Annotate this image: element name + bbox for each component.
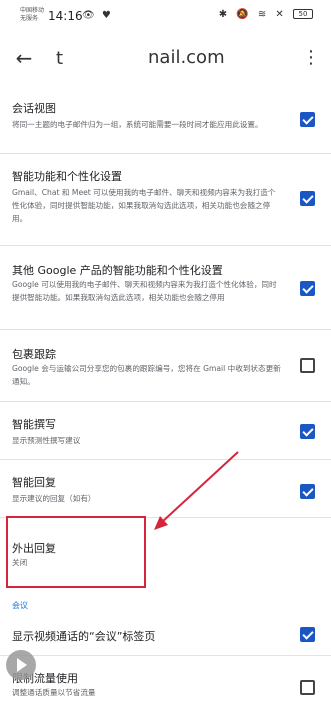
setting-title: 智能回复 xyxy=(12,476,56,489)
setting-description: 显示建议的回复（如有） xyxy=(12,494,96,503)
status-icons-left: 👁 ♥ xyxy=(82,10,113,21)
setting-title: 包裹跟踪 xyxy=(12,348,56,361)
floating-assistant-button[interactable] xyxy=(6,650,36,680)
setting-title: 其他 Google 产品的智能功能和个性化设置 xyxy=(12,264,223,277)
setting-description: 将同一主题的电子邮件归为一组，系统可能需要一段时间才能应用此设置。 xyxy=(12,120,263,129)
clock: 14:16 xyxy=(48,9,83,23)
section-header-meet: 会议 xyxy=(12,601,28,610)
meet-tab-checkbox[interactable] xyxy=(300,627,315,642)
setting-description: Google 会与运输公司分享您的包裹的跟踪编号，您将在 Gmail 中收到状态… xyxy=(12,364,281,386)
battery-icon: 50 xyxy=(293,9,313,19)
setting-package-tracking[interactable]: 包裹跟踪 Google 会与运输公司分享您的包裹的跟踪编号，您将在 Gmail … xyxy=(0,330,331,402)
annotation-highlight-box xyxy=(6,516,146,588)
system-icons: ✱ 🔕 ≋ ✕ xyxy=(218,9,287,20)
carrier-name: 中国移动 xyxy=(20,7,45,14)
setting-conversation-view[interactable]: 会话视图 将同一主题的电子邮件归为一组，系统可能需要一段时间才能应用此设置。 xyxy=(0,86,331,154)
setting-meet-tab[interactable]: 显示视频通话的“会议”标签页 xyxy=(0,614,331,656)
package-tracking-checkbox[interactable] xyxy=(300,358,315,373)
setting-title: 显示视频通话的“会议”标签页 xyxy=(12,630,156,643)
conversation-view-checkbox[interactable] xyxy=(300,112,315,127)
setting-title: 会话视图 xyxy=(12,102,56,115)
smart-compose-checkbox[interactable] xyxy=(300,424,315,439)
status-icons-right: ✱ 🔕 ≋ ✕ 50 xyxy=(219,9,313,20)
setting-description: Gmail、Chat 和 Meet 可以使用我的电子邮件、聊天和视频内容来为我打… xyxy=(12,188,276,223)
limit-data-checkbox[interactable] xyxy=(300,680,315,695)
setting-description: Google 可以使用我的电子邮件、聊天和视频内容来为我打造个性化体验，同时提供… xyxy=(12,280,277,302)
smart-features-checkbox[interactable] xyxy=(300,191,315,206)
carrier-info: 中国移动 无服务 xyxy=(20,7,44,23)
setting-smart-features[interactable]: 智能功能和个性化设置 Gmail、Chat 和 Meet 可以使用我的电子邮件、… xyxy=(0,154,331,246)
setting-smart-reply[interactable]: 智能回复 显示建议的回复（如有） xyxy=(0,460,331,518)
setting-google-products-smart-features[interactable]: 其他 Google 产品的智能功能和个性化设置 Google 可以使用我的电子邮… xyxy=(0,246,331,330)
account-title-fragment: t xyxy=(56,48,64,69)
setting-smart-compose[interactable]: 智能撰写 显示预测性撰写建议 xyxy=(0,402,331,460)
google-products-checkbox[interactable] xyxy=(300,281,315,296)
account-title: nail.com xyxy=(148,47,225,68)
setting-title: 智能功能和个性化设置 xyxy=(12,170,122,183)
setting-limit-data-usage[interactable]: 限制流量使用 调整通话质量以节省流量 xyxy=(0,656,331,720)
setting-title: 智能撰写 xyxy=(12,418,56,431)
smart-reply-checkbox[interactable] xyxy=(300,484,315,499)
setting-description: 调整通话质量以节省流量 xyxy=(12,688,96,697)
more-options-icon[interactable]: ⋮ xyxy=(301,44,321,72)
app-bar: ← t nail.com ⋮ xyxy=(0,34,331,82)
status-bar: 中国移动 无服务 14:16 👁 ♥ ✱ 🔕 ≋ ✕ 50 xyxy=(0,0,331,34)
back-arrow-icon[interactable]: ← xyxy=(10,44,38,72)
setting-description: 显示预测性撰写建议 xyxy=(12,436,81,445)
carrier-status: 无服务 xyxy=(20,15,39,22)
